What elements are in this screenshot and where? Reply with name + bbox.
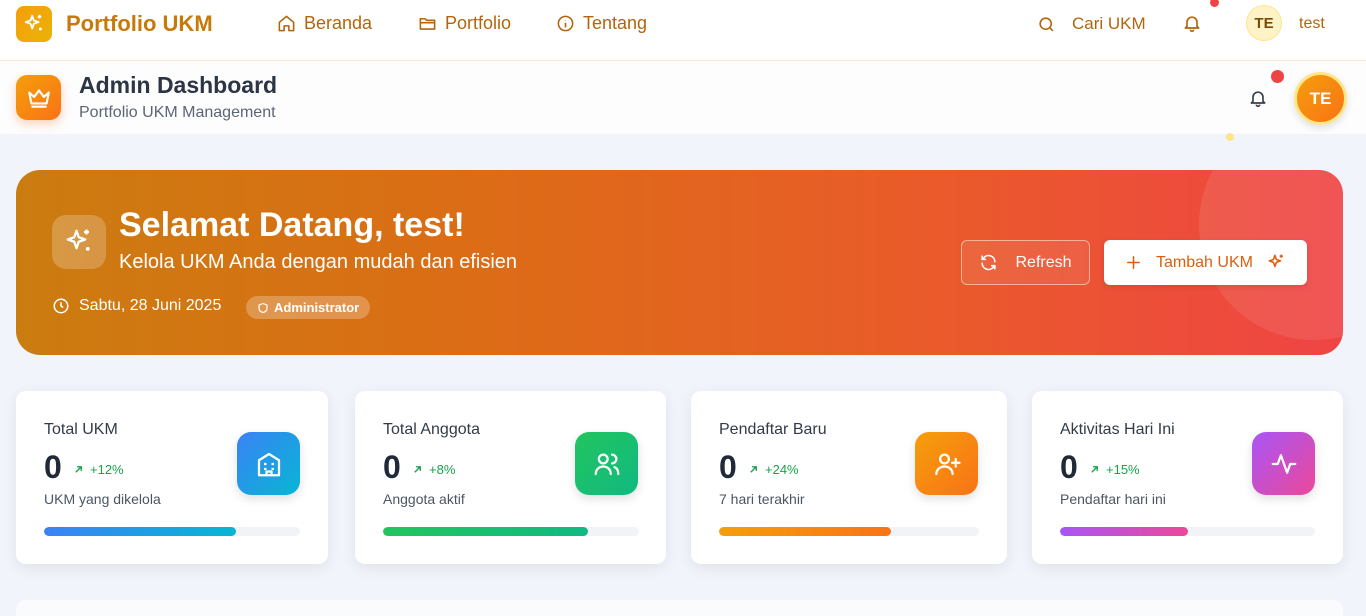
- notification-dot: [1271, 70, 1284, 83]
- home-icon: [278, 15, 295, 32]
- content-panel: [16, 600, 1343, 616]
- role-badge: Administrator: [246, 296, 371, 319]
- username[interactable]: test: [1299, 15, 1325, 33]
- current-date: Sabtu, 28 Juni 2025: [52, 297, 221, 315]
- stat-value: 0: [383, 449, 401, 485]
- stat-label: Total Anggota: [383, 421, 480, 438]
- stat-description: Pendaftar hari ini: [1060, 491, 1166, 507]
- nav-link-label: Tentang: [583, 13, 648, 33]
- role-text: Administrator: [274, 300, 360, 315]
- stat-value: 0: [44, 449, 62, 485]
- welcome-subtitle: Kelola UKM Anda dengan mudah dan efisien: [119, 251, 518, 273]
- trend-text: +12%: [90, 462, 124, 477]
- search-link[interactable]: Cari UKM: [1037, 14, 1146, 34]
- sparkles-icon: [1268, 254, 1283, 268]
- sparkles-logo-icon[interactable]: [16, 6, 52, 42]
- stat-value: 0: [1060, 449, 1078, 485]
- trend-text: +15%: [1106, 462, 1140, 477]
- add-ukm-button[interactable]: Tambah UKM: [1104, 240, 1307, 285]
- progress-fill: [1060, 527, 1188, 536]
- plus-icon: [1127, 256, 1140, 269]
- stat-label: Total UKM: [44, 421, 118, 438]
- stat-label: Aktivitas Hari Ini: [1060, 421, 1175, 438]
- progress-fill: [383, 527, 588, 536]
- welcome-banner: Selamat Datang, test! Kelola UKM Anda de…: [16, 170, 1343, 355]
- stat-card-aktivitas[interactable]: Aktivitas Hari Ini 0 +15% Pendaftar hari…: [1032, 391, 1343, 564]
- page-title: Admin Dashboard: [79, 72, 278, 98]
- stat-description: 7 hari terakhir: [719, 491, 805, 507]
- building-icon: [237, 432, 300, 495]
- welcome-title: Selamat Datang, test!: [119, 206, 465, 244]
- top-navbar: Portfolio UKM Beranda Portfolio Tentang …: [0, 0, 1366, 61]
- user-avatar[interactable]: TE: [1246, 5, 1282, 41]
- trend-text: +24%: [765, 462, 799, 477]
- arrow-up-right-icon: [750, 466, 757, 473]
- notification-dot: [1210, 0, 1219, 7]
- stat-card-total-anggota[interactable]: Total Anggota 0 +8% Anggota aktif: [355, 391, 666, 564]
- progress-track: [719, 527, 979, 536]
- users-icon: [575, 432, 638, 495]
- decorative-dot: [1226, 133, 1234, 141]
- info-icon: [557, 15, 574, 32]
- nav-link-label: Beranda: [304, 13, 373, 33]
- arrow-up-right-icon: [414, 466, 421, 473]
- stat-trend: +15%: [1089, 462, 1140, 477]
- nav-link-tentang[interactable]: Tentang: [556, 13, 647, 34]
- bell-icon[interactable]: [1248, 88, 1268, 108]
- bell-icon[interactable]: [1182, 13, 1202, 33]
- stat-description: UKM yang dikelola: [44, 491, 161, 507]
- stat-value: 0: [719, 449, 737, 485]
- search-icon: [1039, 16, 1054, 31]
- stat-description: Anggota aktif: [383, 491, 465, 507]
- activity-icon: [1252, 432, 1315, 495]
- stat-card-pendaftar-baru[interactable]: Pendaftar Baru 0 +24% 7 hari terakhir: [691, 391, 1007, 564]
- refresh-icon: [981, 254, 997, 271]
- shield-icon: [258, 302, 268, 313]
- search-label: Cari UKM: [1072, 14, 1146, 33]
- stat-label: Pendaftar Baru: [719, 421, 827, 438]
- progress-track: [1060, 527, 1315, 536]
- arrow-up-right-icon: [75, 466, 82, 473]
- stat-trend: +24%: [748, 462, 799, 477]
- clock-icon: [53, 298, 69, 314]
- progress-track: [44, 527, 300, 536]
- refresh-label: Refresh: [1015, 253, 1072, 271]
- folder-icon: [419, 17, 436, 30]
- admin-header: Admin Dashboard Portfolio UKM Management…: [0, 61, 1366, 134]
- sparkles-icon: [52, 215, 106, 269]
- nav-link-label: Portfolio: [445, 13, 512, 33]
- page-subtitle: Portfolio UKM Management: [79, 104, 276, 121]
- nav-link-beranda[interactable]: Beranda: [277, 13, 372, 34]
- progress-fill: [719, 527, 891, 536]
- stat-trend: +8%: [412, 462, 455, 477]
- crown-icon: [16, 75, 61, 120]
- nav-link-portfolio[interactable]: Portfolio: [418, 13, 511, 34]
- refresh-button[interactable]: Refresh: [961, 240, 1090, 285]
- brand-name[interactable]: Portfolio UKM: [66, 11, 213, 37]
- trend-text: +8%: [429, 462, 456, 477]
- progress-track: [383, 527, 639, 536]
- arrow-up-right-icon: [1091, 466, 1098, 473]
- date-text: Sabtu, 28 Juni 2025: [79, 297, 222, 314]
- stat-trend: +12%: [73, 462, 124, 477]
- stat-card-total-ukm[interactable]: Total UKM 0 +12% UKM yang dikelola: [16, 391, 328, 564]
- progress-fill: [44, 527, 236, 536]
- add-ukm-label: Tambah UKM: [1156, 253, 1253, 271]
- admin-avatar[interactable]: TE: [1294, 72, 1347, 125]
- user-plus-icon: [915, 432, 978, 495]
